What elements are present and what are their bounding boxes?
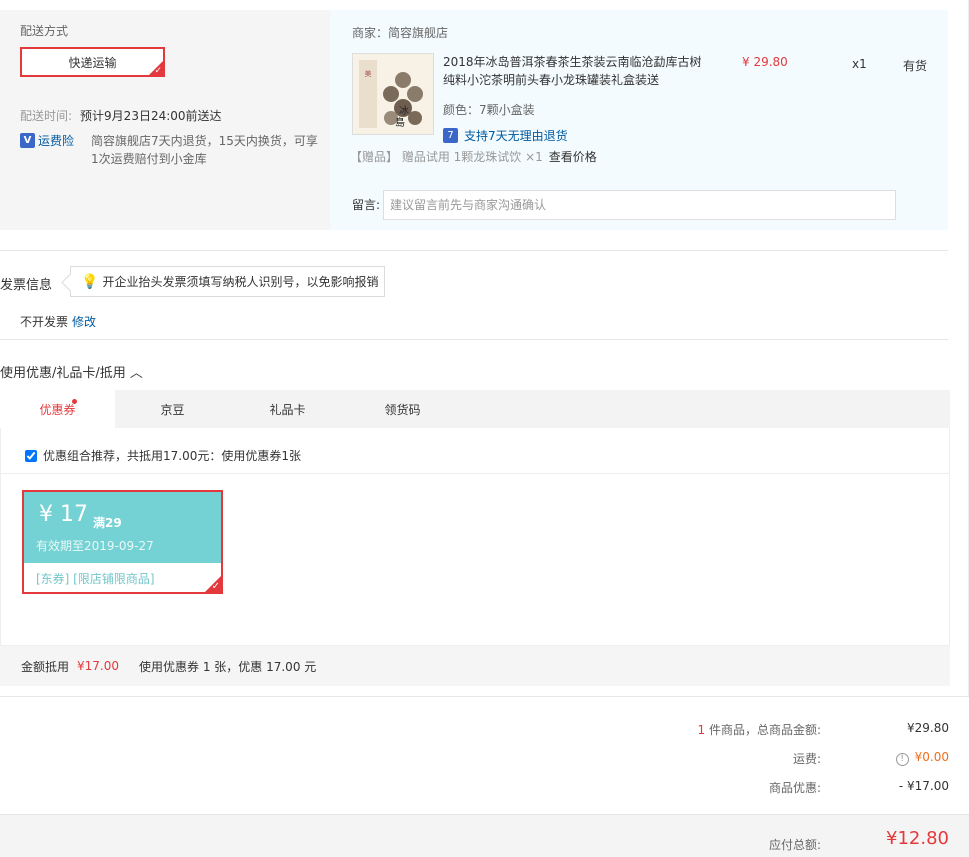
tab-jingdou[interactable]: 京豆 xyxy=(115,390,230,428)
delivery-time-value: 预计9月23日24:00前送达 xyxy=(80,109,222,123)
payable-total: ¥12.80 xyxy=(886,828,949,849)
message-input[interactable] xyxy=(383,190,896,220)
product-name[interactable]: 2018年冰岛普洱茶春茶生茶装云南临沧勐库古树纯料小沱茶明前头春小龙珠罐装礼盒装… xyxy=(443,53,708,89)
tab-label: 京豆 xyxy=(160,402,185,417)
check-icon: ✓ xyxy=(154,66,162,76)
tab-label: 礼品卡 xyxy=(269,402,306,417)
invoice-tip: 💡 开企业抬头发票须填写纳税人识别号，以免影响报销 xyxy=(70,266,385,297)
payable-footer: 应付总额: ¥12.80 xyxy=(0,814,969,857)
shipping-option-label: 快递运输 xyxy=(68,55,117,70)
divider xyxy=(1,473,949,474)
gift-info: 【赠品】 赠品试用 1颗龙珠试饮 ×1 查看价格 xyxy=(350,148,597,165)
divider xyxy=(0,696,969,697)
coupon-combo[interactable]: 优惠组合推荐，共抵用17.00元：使用优惠券1张 xyxy=(25,447,301,464)
return-7days-icon: 7 xyxy=(443,128,458,143)
summary-label: 金额抵用 xyxy=(21,659,70,674)
shipping-value-wrap: ! ¥0.00 xyxy=(895,750,949,766)
notification-dot xyxy=(72,399,77,404)
gift-text: 【赠品】 赠品试用 1颗龙珠试饮 ×1 xyxy=(350,150,543,164)
delivery-section: 配送方式 快递运输 ✓ 配送时间: 预计9月23日24:00前送达 V 运费险 简… xyxy=(0,10,330,230)
summary-amount: ¥17.00 xyxy=(77,659,120,673)
tab-coupon[interactable]: 优惠券 xyxy=(0,390,115,428)
message-label: 留言: xyxy=(352,198,381,212)
coupon-card-header: ¥ 17 满29 有效期至2019-09-27 xyxy=(24,492,221,563)
svg-text:美: 美 xyxy=(365,69,372,78)
coupon-tags: [东券] [限店铺限商品] xyxy=(36,572,155,586)
shield-icon: V xyxy=(20,133,35,148)
tab-label: 领货码 xyxy=(384,402,421,417)
delivery-time-label: 配送时间: xyxy=(20,109,73,123)
svg-text:島: 島 xyxy=(395,116,405,129)
coupon-card[interactable]: ¥ 17 满29 有效期至2019-09-27 [东券] [限店铺限商品] ✓ xyxy=(22,490,223,594)
insurance-link[interactable]: V 运费险 xyxy=(20,132,74,149)
product-section: 商家：简容旗舰店 美 冰 島 2018年冰岛普洱茶春茶生茶装云南临沧勐库古树纯料… xyxy=(330,10,948,230)
discount-value: - ¥17.00 xyxy=(898,779,949,793)
coupon-tabs: 优惠券 京豆 礼品卡 领货码 xyxy=(0,390,950,428)
discount-row: 商品优惠: - ¥17.00 xyxy=(0,779,969,799)
divider xyxy=(0,250,948,251)
svg-text:冰: 冰 xyxy=(399,104,409,117)
coupon-section-toggle[interactable]: 使用优惠/礼品卡/抵用 ︿ xyxy=(0,362,143,381)
combo-checkbox[interactable] xyxy=(25,449,37,462)
items-label: 1 件商品，总商品金额: xyxy=(698,721,822,738)
items-label-text: 件商品，总商品金额: xyxy=(705,723,821,737)
item-count: 1 xyxy=(697,723,706,737)
info-icon[interactable]: ! xyxy=(895,752,909,766)
delivery-title: 配送方式 xyxy=(20,24,69,38)
return-policy[interactable]: 7 支持7天无理由退货 xyxy=(443,127,568,144)
invoice-edit-link[interactable]: 修改 xyxy=(72,315,96,329)
product-thumbnail[interactable]: 美 冰 島 xyxy=(352,53,434,135)
invoice-status-text: 不开发票 xyxy=(20,315,69,329)
total-items-row: 1 件商品，总商品金额: ¥29.80 xyxy=(0,721,969,741)
invoice-status: 不开发票 修改 xyxy=(20,313,96,330)
delivery-time: 配送时间: 预计9月23日24:00前送达 xyxy=(20,107,222,124)
invoice-tip-text: 开企业抬头发票须填写纳税人识别号，以免影响报销 xyxy=(102,275,379,289)
coupon-validity: 有效期至2019-09-27 xyxy=(36,539,154,553)
tab-label: 优惠券 xyxy=(39,402,76,417)
coupon-amount: ¥ 17 xyxy=(39,502,88,527)
stock-status: 有货 xyxy=(903,59,928,73)
insurance-description: 简容旗舰店7天内退货，15天内换货，可享1次运费赔付到小金库 xyxy=(91,134,318,166)
seller-name: 商家：简容旗舰店 xyxy=(352,26,449,40)
tab-gift-card[interactable]: 礼品卡 xyxy=(230,390,345,428)
discount-label: 商品优惠: xyxy=(768,781,821,795)
combo-text: 优惠组合推荐，共抵用17.00元：使用优惠券1张 xyxy=(43,449,301,463)
tab-pickup-code[interactable]: 领货码 xyxy=(345,390,460,428)
product-price: ¥ 29.80 xyxy=(742,55,788,69)
shipping-label: 运费: xyxy=(792,752,821,766)
payable-label: 应付总额: xyxy=(768,838,821,852)
shipping-option-express[interactable]: 快递运输 ✓ xyxy=(20,47,165,77)
insurance-label: 运费险 xyxy=(38,134,75,148)
items-value: ¥29.80 xyxy=(907,721,949,735)
shipping-value: ¥0.00 xyxy=(914,750,949,764)
return-policy-label: 支持7天无理由退货 xyxy=(464,129,568,143)
coupon-threshold: 满29 xyxy=(93,516,122,530)
divider xyxy=(0,339,948,340)
gift-price-link[interactable]: 查看价格 xyxy=(549,150,597,164)
product-color: 颜色：7颗小盒装 xyxy=(443,103,535,117)
product-quantity: x1 xyxy=(852,57,867,71)
summary-desc: 使用优惠券 1 张，优惠 17.00 元 xyxy=(139,659,317,674)
check-icon: ✓ xyxy=(211,581,220,592)
invoice-title: 发票信息 xyxy=(0,278,53,293)
lightbulb-icon: 💡 xyxy=(81,273,99,290)
coupon-summary: 金额抵用 ¥17.00 使用优惠券 1 张，优惠 17.00 元 xyxy=(0,646,950,686)
shipping-fee-row: 运费: ! ¥0.00 xyxy=(0,750,969,770)
